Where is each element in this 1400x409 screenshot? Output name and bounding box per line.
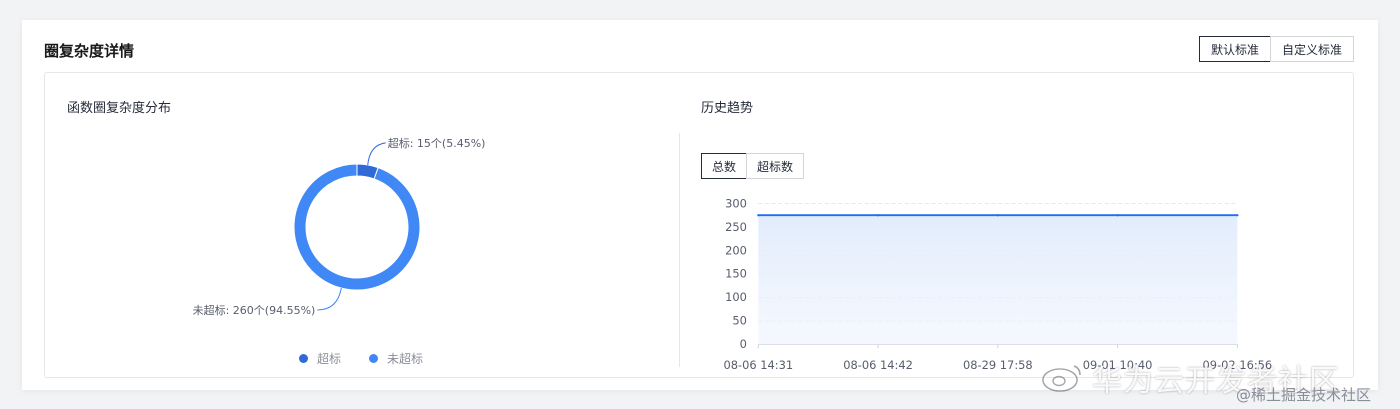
y-tick-label-6: 300	[725, 196, 747, 210]
default-standard-button[interactable]: 默认标准	[1198, 36, 1271, 62]
donut-leader-0	[367, 142, 386, 165]
card-title: 圈复杂度详情	[44, 42, 135, 60]
legend-item-exceeded[interactable]: 超标	[299, 350, 341, 367]
legend-item-not-exceeded[interactable]: 未超标	[369, 350, 423, 367]
watermark-sub: @稀土掘金技术社区	[1236, 386, 1372, 404]
series-point-2	[996, 214, 999, 217]
detail-panel: 函数圈复杂度分布 历史趋势 超标: 15个(5.45%) 未超标: 260个(94…	[44, 72, 1354, 378]
series-point-0	[757, 214, 760, 217]
series-point-4	[1236, 214, 1239, 217]
series-point-1	[876, 214, 880, 217]
y-tick-label-0: 0	[740, 337, 747, 351]
trend-title: 历史趋势	[701, 101, 754, 116]
legend-label-exceeded: 超标	[317, 352, 342, 366]
weibo-icon	[1042, 365, 1081, 392]
area-fill	[758, 215, 1238, 345]
donut-leader-1	[317, 287, 342, 311]
series-point-3	[1116, 214, 1119, 217]
y-tick-label-5: 250	[725, 220, 747, 234]
trend-area-chart: 0 50 100 150 200 250 300 08-06 14:31 08-06 14:42…	[724, 196, 1273, 372]
legend-dot-exceeded	[299, 354, 308, 363]
donut-legend: 超标 未超标	[299, 350, 451, 367]
legend-dot-not-exceeded	[369, 354, 379, 363]
donut-slice-1	[293, 163, 421, 291]
legend-label-not-exceeded: 未超标	[387, 352, 424, 366]
x-tick-label-0: 08-06 14:31	[724, 358, 794, 372]
donut-label-0: 超标: 15个(5.45%)	[388, 136, 486, 150]
y-tick-label-3: 150	[725, 267, 747, 281]
y-tick-label-4: 200	[725, 243, 747, 257]
donut-label-1: 未超标: 260个(94.55%)	[193, 303, 316, 317]
custom-standard-button[interactable]: 自定义标准	[1269, 36, 1354, 62]
x-tick-label-1: 08-06 14:42	[843, 358, 913, 372]
standard-toggle: 默认标准 自定义标准	[1198, 36, 1354, 62]
panel-divider	[679, 133, 680, 367]
y-tick-label-2: 100	[725, 290, 747, 304]
page: 圈复杂度详情 默认标准 自定义标准 函数圈复杂度分布 历史趋势 超标: 15个(…	[0, 0, 1400, 409]
donut-chart: 超标: 15个(5.45%) 未超标: 260个(94.55%)	[193, 136, 486, 317]
x-tick-label-2: 08-29 17:58	[963, 358, 1033, 372]
complexity-card: 圈复杂度详情 默认标准 自定义标准 函数圈复杂度分布 历史趋势 超标: 15个(…	[22, 20, 1378, 390]
y-tick-label-1: 50	[732, 314, 747, 328]
